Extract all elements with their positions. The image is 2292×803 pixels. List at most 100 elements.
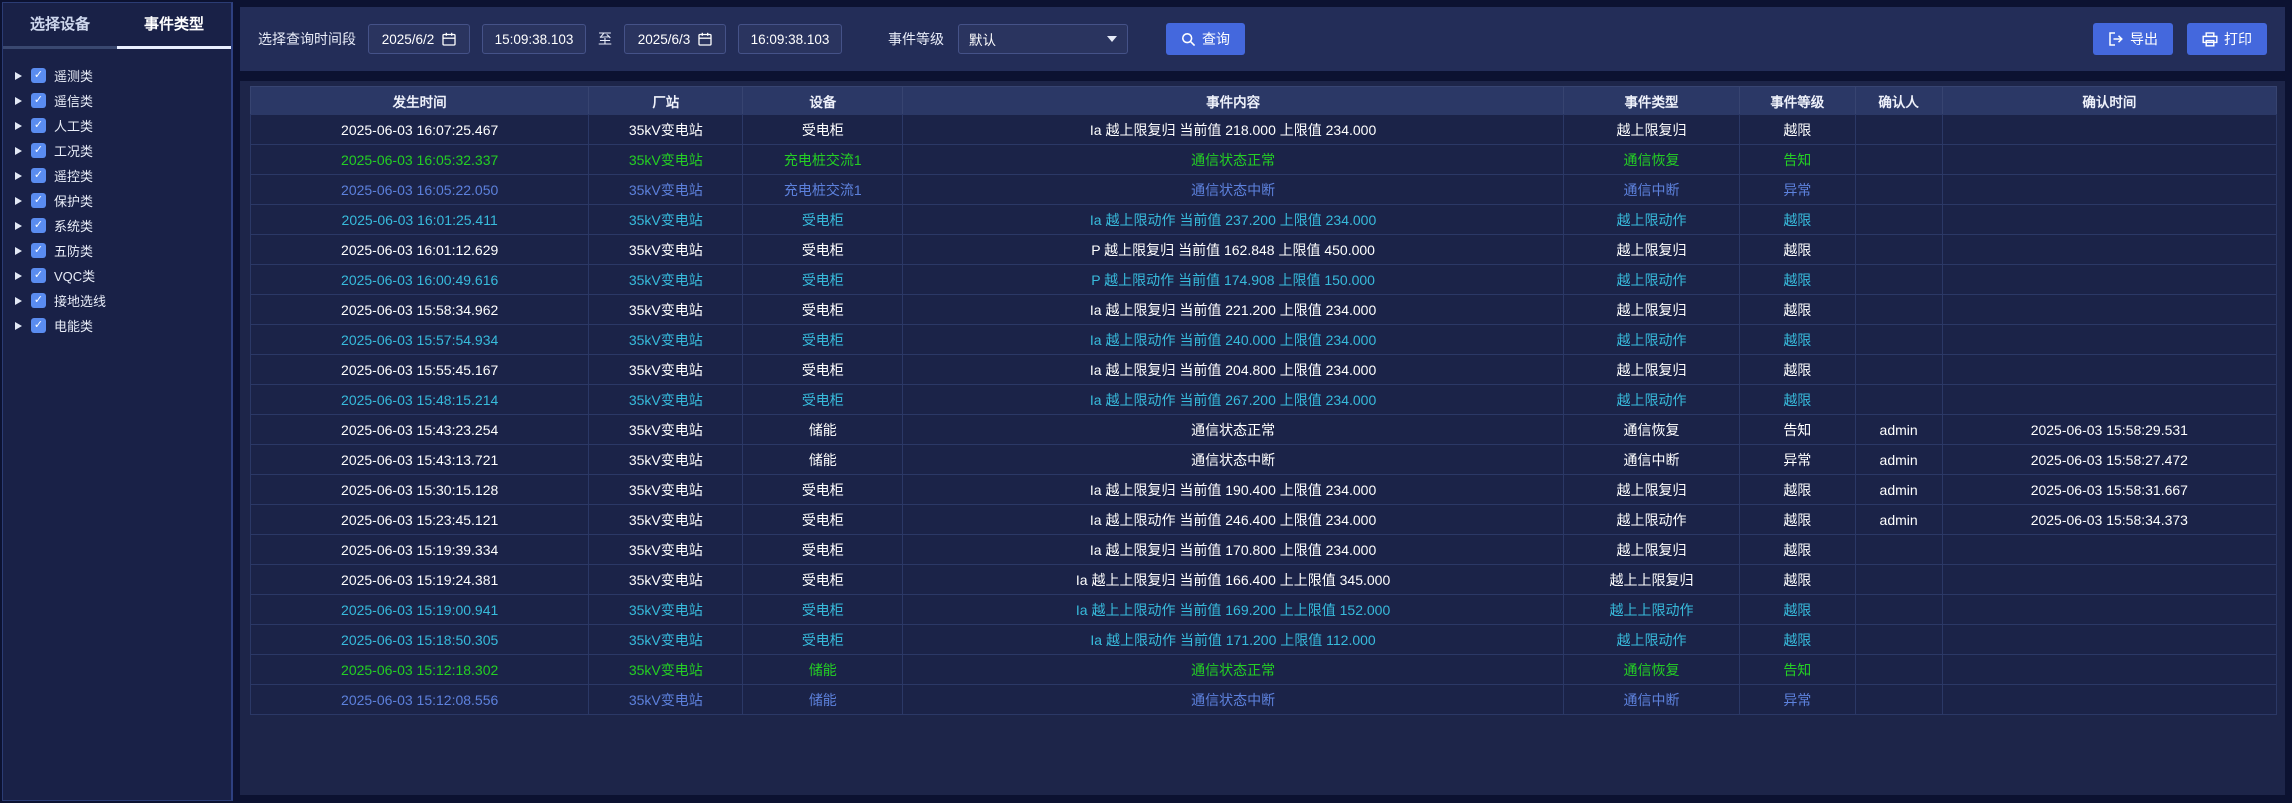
tree-item-label: 遥信类 <box>54 94 94 109</box>
tree-checkbox[interactable]: ✓ <box>31 243 46 258</box>
cell-device: 受电柜 <box>742 264 904 295</box>
expand-arrow-icon[interactable] <box>15 221 22 230</box>
table-row[interactable]: 2025-06-03 15:48:15.214 35kV变电站 受电柜 Ia 越… <box>249 384 2278 415</box>
cell-station: 35kV变电站 <box>588 144 744 175</box>
tree-item[interactable]: ✓ 遥控类 <box>9 163 231 188</box>
tree-item[interactable]: ✓ 保护类 <box>9 188 231 213</box>
tree-item-label: 保护类 <box>54 194 94 209</box>
cell-confirm-time: 2025-06-03 15:58:29.531 <box>1941 414 2278 445</box>
tree-checkbox[interactable]: ✓ <box>31 193 46 208</box>
tree-checkbox[interactable]: ✓ <box>31 68 46 83</box>
cell-event-level: 越限 <box>1739 624 1856 655</box>
tree-checkbox[interactable]: ✓ <box>31 293 46 308</box>
tree-item[interactable]: ✓ 遥测类 <box>9 63 231 88</box>
tab-select-device[interactable]: 选择设备 <box>3 3 117 49</box>
table-row[interactable]: 2025-06-03 15:43:23.254 35kV变电站 储能 通信状态正… <box>249 414 2278 445</box>
cell-confirmer <box>1854 204 1943 235</box>
chevron-down-icon <box>1107 36 1117 42</box>
table-body: 2025-06-03 16:07:25.467 35kV变电站 受电柜 Ia 越… <box>249 114 2278 715</box>
table-row[interactable]: 2025-06-03 15:19:39.334 35kV变电站 受电柜 Ia 越… <box>249 534 2278 565</box>
cell-event-type: 通信中断 <box>1562 684 1741 715</box>
tree-checkbox[interactable]: ✓ <box>31 318 46 333</box>
cell-occurrence-time: 2025-06-03 15:12:18.302 <box>249 654 590 685</box>
table-row[interactable]: 2025-06-03 15:19:24.381 35kV变电站 受电柜 Ia 越… <box>249 564 2278 595</box>
expand-arrow-icon[interactable] <box>15 171 22 180</box>
tree-checkbox[interactable]: ✓ <box>31 118 46 133</box>
start-time-input[interactable]: 15:09:38.103 <box>482 24 586 54</box>
cell-station: 35kV变电站 <box>588 594 744 625</box>
cell-event-content: 通信状态正常 <box>902 144 1564 175</box>
cell-event-type: 越上限复归 <box>1562 354 1741 385</box>
table-row[interactable]: 2025-06-03 16:01:25.411 35kV变电站 受电柜 Ia 越… <box>249 204 2278 235</box>
cell-event-level: 越限 <box>1739 294 1856 325</box>
cell-event-type: 越上限动作 <box>1562 384 1741 415</box>
table-row[interactable]: 2025-06-03 16:05:32.337 35kV变电站 充电桩交流1 通… <box>249 144 2278 175</box>
cell-device: 储能 <box>742 684 904 715</box>
tree-checkbox[interactable]: ✓ <box>31 93 46 108</box>
print-button[interactable]: 打印 <box>2187 23 2267 55</box>
tree-item[interactable]: ✓ 电能类 <box>9 313 231 338</box>
tree-item-label: 人工类 <box>54 119 94 134</box>
tab-event-type[interactable]: 事件类型 <box>117 3 231 49</box>
cell-event-content: Ia 越上限动作 当前值 267.200 上限值 234.000 <box>902 384 1564 415</box>
table-row[interactable]: 2025-06-03 15:12:18.302 35kV变电站 储能 通信状态正… <box>249 654 2278 685</box>
cell-occurrence-time: 2025-06-03 15:12:08.556 <box>249 684 590 715</box>
start-date-input[interactable]: 2025/6/2 <box>368 24 470 54</box>
cell-event-level: 越限 <box>1739 354 1856 385</box>
cell-device: 受电柜 <box>742 294 904 325</box>
table-row[interactable]: 2025-06-03 16:07:25.467 35kV变电站 受电柜 Ia 越… <box>249 114 2278 145</box>
table-row[interactable]: 2025-06-03 15:57:54.934 35kV变电站 受电柜 Ia 越… <box>249 324 2278 355</box>
tree-checkbox[interactable]: ✓ <box>31 168 46 183</box>
table-row[interactable]: 2025-06-03 16:05:22.050 35kV变电站 充电桩交流1 通… <box>249 174 2278 205</box>
table-row[interactable]: 2025-06-03 16:01:12.629 35kV变电站 受电柜 P 越上… <box>249 234 2278 265</box>
expand-arrow-icon[interactable] <box>15 121 22 130</box>
print-icon <box>2202 31 2218 47</box>
table-row[interactable]: 2025-06-03 15:23:45.121 35kV变电站 受电柜 Ia 越… <box>249 504 2278 535</box>
table-row[interactable]: 2025-06-03 16:00:49.616 35kV变电站 受电柜 P 越上… <box>249 264 2278 295</box>
expand-arrow-icon[interactable] <box>15 146 22 155</box>
cell-confirm-time: 2025-06-03 15:58:27.472 <box>1941 444 2278 475</box>
tree-checkbox[interactable]: ✓ <box>31 143 46 158</box>
cell-station: 35kV变电站 <box>588 354 744 385</box>
cell-device: 受电柜 <box>742 624 904 655</box>
end-date-input[interactable]: 2025/6/3 <box>624 24 726 54</box>
expand-arrow-icon[interactable] <box>15 196 22 205</box>
cell-station: 35kV变电站 <box>588 234 744 265</box>
tree-checkbox[interactable]: ✓ <box>31 218 46 233</box>
query-button[interactable]: 查询 <box>1166 23 1245 55</box>
tree-item[interactable]: ✓ 系统类 <box>9 213 231 238</box>
expand-arrow-icon[interactable] <box>15 296 22 305</box>
table-row[interactable]: 2025-06-03 15:18:50.305 35kV变电站 受电柜 Ia 越… <box>249 624 2278 655</box>
cell-confirm-time <box>1941 204 2278 235</box>
expand-arrow-icon[interactable] <box>15 246 22 255</box>
table-row[interactable]: 2025-06-03 15:43:13.721 35kV变电站 储能 通信状态中… <box>249 444 2278 475</box>
table-row[interactable]: 2025-06-03 15:12:08.556 35kV变电站 储能 通信状态中… <box>249 684 2278 715</box>
table-row[interactable]: 2025-06-03 15:55:45.167 35kV变电站 受电柜 Ia 越… <box>249 354 2278 385</box>
cell-occurrence-time: 2025-06-03 15:55:45.167 <box>249 354 590 385</box>
tree-item[interactable]: ✓ 人工类 <box>9 113 231 138</box>
sidebar-tabs: 选择设备 事件类型 <box>3 3 231 49</box>
expand-arrow-icon[interactable] <box>15 96 22 105</box>
cell-event-type: 越上限动作 <box>1562 324 1741 355</box>
table-row[interactable]: 2025-06-03 15:30:15.128 35kV变电站 受电柜 Ia 越… <box>249 474 2278 505</box>
table-row[interactable]: 2025-06-03 15:19:00.941 35kV变电站 受电柜 Ia 越… <box>249 594 2278 625</box>
tree-item[interactable]: ✓ 工况类 <box>9 138 231 163</box>
event-level-select[interactable]: 默认 <box>958 24 1128 54</box>
expand-arrow-icon[interactable] <box>15 71 22 80</box>
tree-checkbox[interactable]: ✓ <box>31 268 46 283</box>
tree-item[interactable]: ✓ VQC类 <box>9 263 231 288</box>
tree-item[interactable]: ✓ 接地选线 <box>9 288 231 313</box>
cell-device: 受电柜 <box>742 324 904 355</box>
expand-arrow-icon[interactable] <box>15 321 22 330</box>
tree-item-label: 工况类 <box>54 144 94 159</box>
tree-item[interactable]: ✓ 遥信类 <box>9 88 231 113</box>
tree-item[interactable]: ✓ 五防类 <box>9 238 231 263</box>
cell-event-type: 通信恢复 <box>1562 654 1741 685</box>
end-time-input[interactable]: 16:09:38.103 <box>738 24 842 54</box>
time-range-label: 选择查询时间段 <box>258 31 356 47</box>
table-row[interactable]: 2025-06-03 15:58:34.962 35kV变电站 受电柜 Ia 越… <box>249 294 2278 325</box>
cell-event-level: 异常 <box>1739 684 1856 715</box>
export-button[interactable]: 导出 <box>2093 23 2173 55</box>
expand-arrow-icon[interactable] <box>15 271 22 280</box>
cell-event-level: 异常 <box>1739 174 1856 205</box>
